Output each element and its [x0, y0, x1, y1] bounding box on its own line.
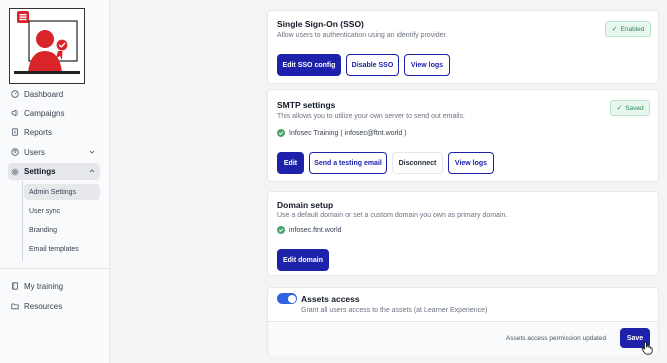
- chevron-down-icon: [88, 148, 96, 156]
- sso-view-logs-button[interactable]: View logs: [404, 54, 450, 76]
- gauge-icon: [11, 90, 19, 98]
- sso-card: Single Sign-On (SSO) Allow users to auth…: [267, 10, 659, 84]
- sso-description: Allow users to authentication using an i…: [277, 32, 448, 39]
- domain-description: Use a default domain or set a custom dom…: [277, 212, 508, 219]
- nav-resources[interactable]: Resources: [11, 298, 62, 314]
- nav-campaigns[interactable]: Campaigns: [11, 105, 64, 121]
- subnav-user-sync[interactable]: User sync: [24, 203, 60, 219]
- check-icon: ✓: [611, 26, 618, 33]
- check-icon: ✓: [616, 105, 623, 112]
- smtp-title: SMTP settings: [277, 100, 336, 110]
- megaphone-icon: [11, 109, 19, 117]
- check-circle-icon: [277, 129, 285, 137]
- assets-status-text: Assets access permission updated: [506, 335, 607, 342]
- chevron-up-icon: [88, 167, 96, 175]
- sso-badge-label: Enabled: [620, 25, 645, 33]
- assets-card: Assets access Grant all users access to …: [267, 287, 659, 355]
- nav-dashboard[interactable]: Dashboard: [11, 86, 63, 102]
- book-icon: [11, 282, 19, 290]
- nav-users-label: Users: [24, 147, 45, 157]
- disable-sso-button[interactable]: Disable SSO: [346, 54, 399, 76]
- domain-value-label: infosec.ftnt.world: [289, 226, 342, 234]
- subnav-admin-settings[interactable]: Admin Settings: [24, 184, 100, 200]
- smtp-sender: Infosec Training ( infosec@ftnt.world ): [277, 129, 407, 137]
- sso-title: Single Sign-On (SSO): [277, 19, 364, 29]
- smtp-card: SMTP settings This allows you to utilize…: [267, 89, 659, 182]
- edit-domain-button[interactable]: Edit domain: [277, 249, 329, 271]
- subnav-branding[interactable]: Branding: [24, 222, 57, 238]
- smtp-badge-label: Saved: [625, 104, 644, 112]
- nav-campaigns-label: Campaigns: [24, 108, 65, 118]
- assets-description: Grant all users access to the assets (at…: [301, 307, 488, 314]
- nav-users[interactable]: Users: [11, 144, 101, 160]
- user-icon: [11, 148, 19, 156]
- smtp-view-logs-button[interactable]: View logs: [448, 152, 494, 174]
- nav-reports-label: Reports: [24, 127, 53, 137]
- subnav-email-templates[interactable]: Email templates: [24, 241, 79, 257]
- status-badge: ✓ Enabled: [605, 21, 651, 37]
- smtp-edit-button[interactable]: Edit: [277, 152, 304, 174]
- gear-icon: [11, 168, 19, 176]
- document-icon: [11, 128, 19, 136]
- nav-my-training[interactable]: My training: [11, 278, 63, 294]
- domain-title: Domain setup: [277, 200, 334, 210]
- nav-reports[interactable]: Reports: [11, 124, 52, 140]
- folder-icon: [11, 302, 19, 310]
- assets-title: Assets access: [301, 294, 360, 304]
- status-badge: ✓ Saved: [610, 100, 650, 116]
- submenu-rail: [22, 181, 23, 261]
- org-logo: [9, 8, 85, 84]
- disconnect-button[interactable]: Disconnect: [392, 152, 443, 174]
- smtp-description: This allows you to utilize your own serv…: [277, 113, 465, 120]
- smtp-sender-label: Infosec Training ( infosec@ftnt.world ): [289, 129, 407, 137]
- sidebar: Dashboard Campaigns Reports Users Settin…: [0, 0, 110, 363]
- domain-value: infosec.ftnt.world: [277, 226, 342, 234]
- nav-my-training-label: My training: [24, 281, 64, 291]
- nav-settings[interactable]: Settings: [8, 163, 100, 180]
- nav-settings-label: Settings: [24, 167, 56, 176]
- nav-resources-label: Resources: [24, 301, 63, 311]
- sidebar-divider: [0, 268, 110, 269]
- nav-dashboard-label: Dashboard: [24, 89, 64, 99]
- domain-card: Domain setup Use a default domain or set…: [267, 191, 659, 276]
- edit-sso-config-button[interactable]: Edit SSO config: [277, 54, 341, 76]
- hand-cursor-icon: [641, 341, 653, 355]
- assets-access-toggle[interactable]: [277, 293, 297, 304]
- check-circle-icon: [277, 226, 285, 234]
- send-test-email-button[interactable]: Send a testing email: [309, 152, 387, 174]
